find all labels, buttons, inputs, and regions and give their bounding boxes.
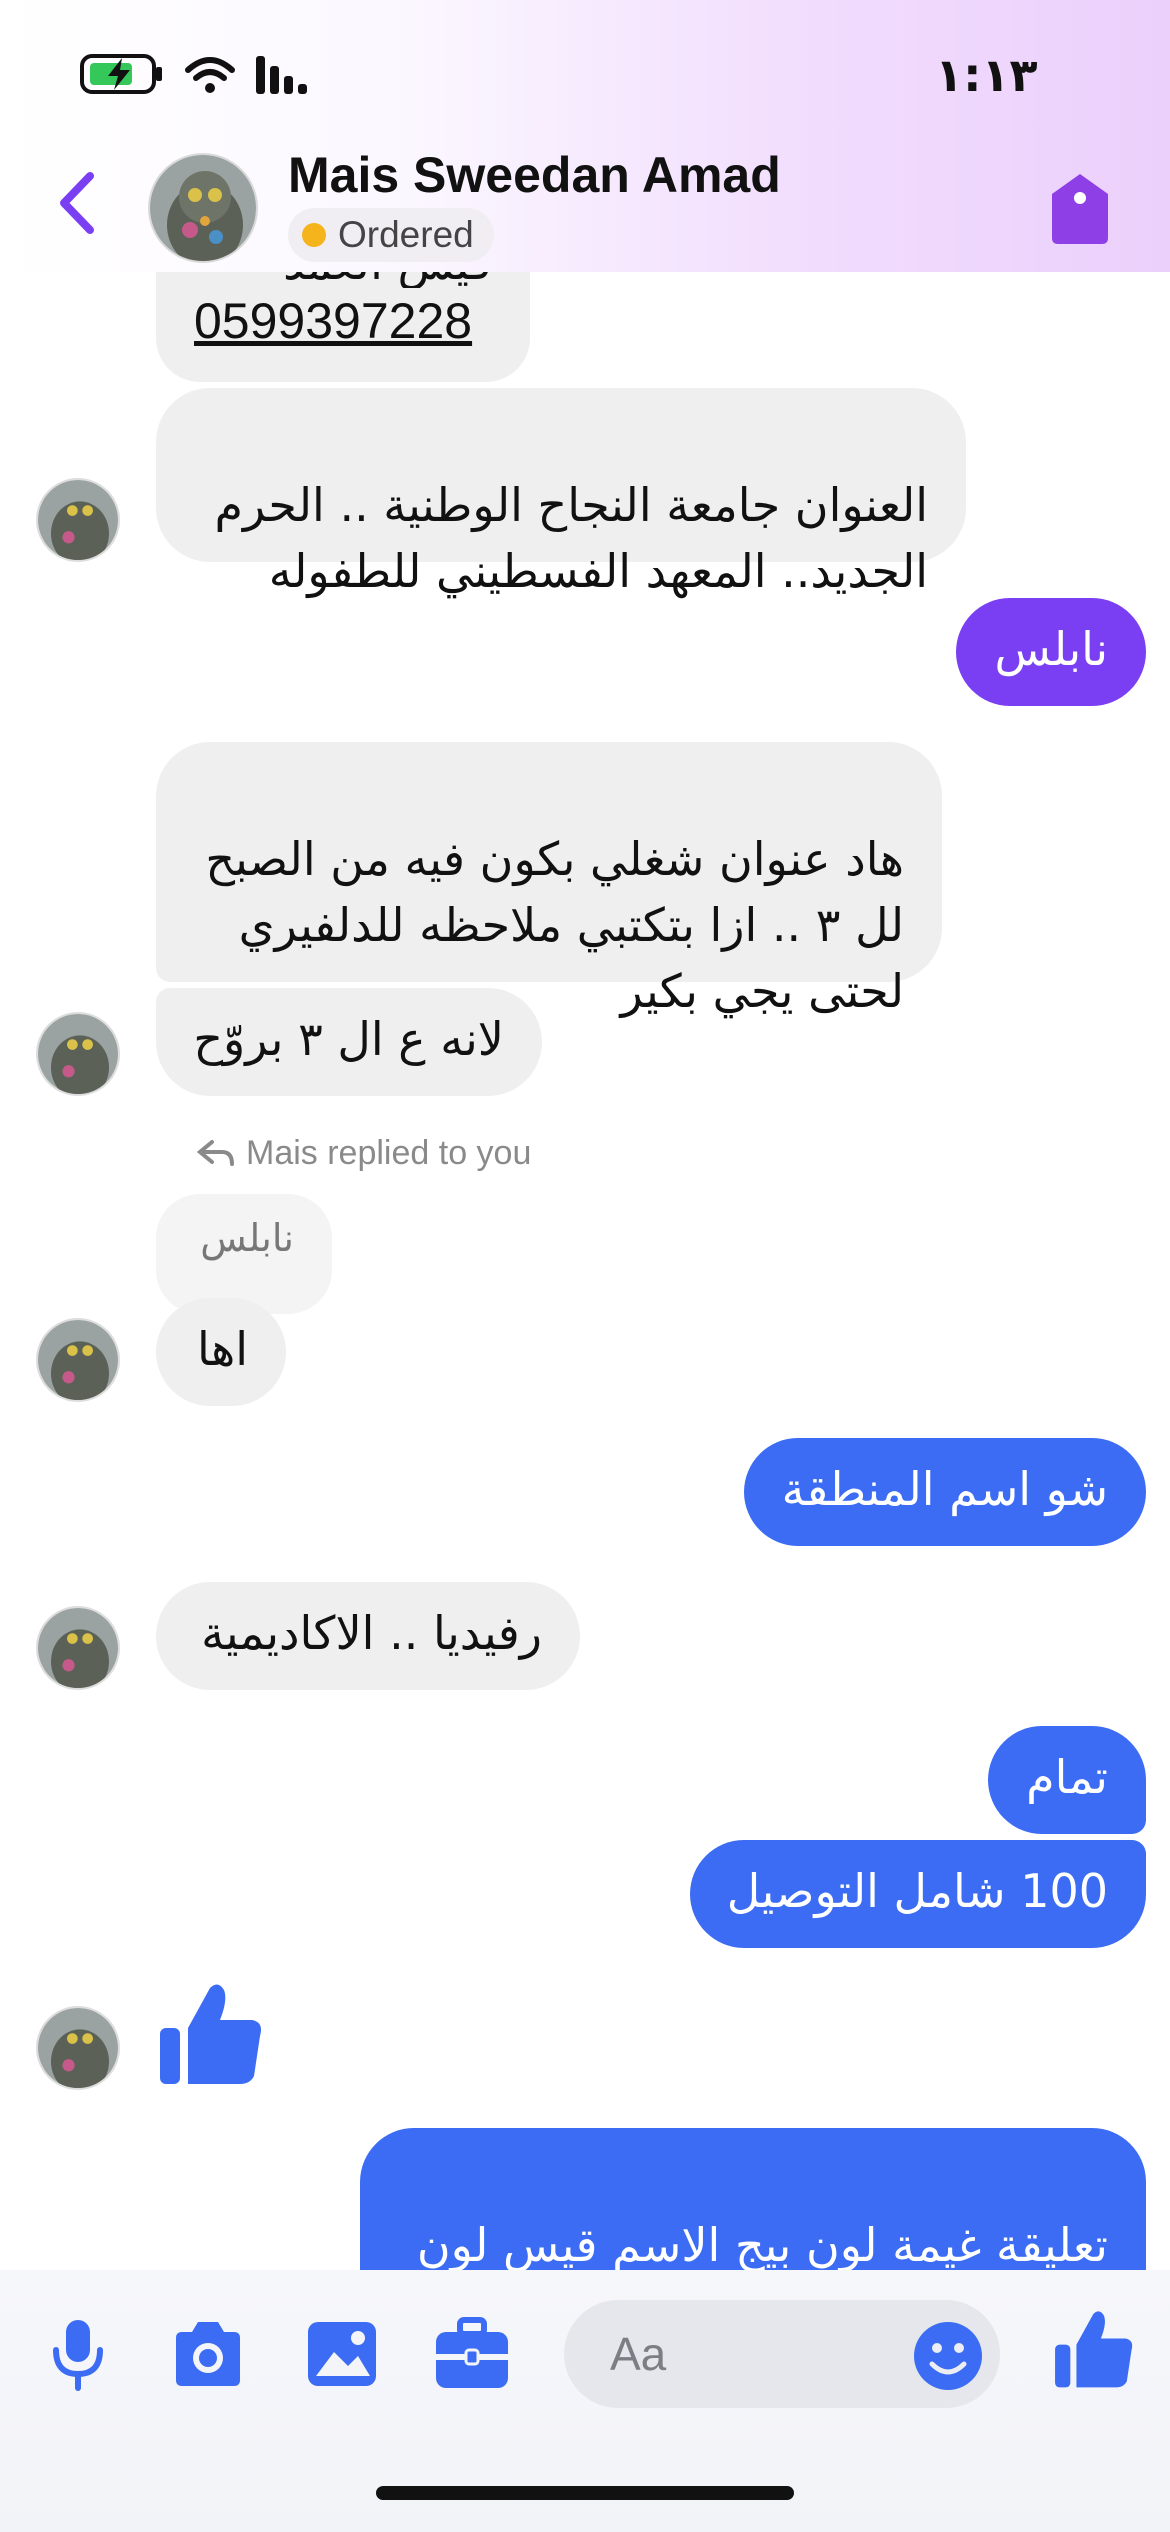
wifi-icon (185, 57, 235, 93)
contact-avatar[interactable] (148, 153, 258, 263)
phone-link[interactable]: 0599397228 (194, 288, 492, 354)
message-bubble-out[interactable]: نابلس (956, 598, 1146, 706)
message-input-placeholder: Aa (610, 2328, 667, 2380)
message-bubble-in[interactable]: اها (156, 1298, 286, 1406)
message-bubble-in[interactable]: لانه ع ال ٣ بروّح (156, 988, 542, 1096)
message-text: تعليقة غيمة لون بيج الاسم قيس لون الاسم … (416, 2218, 1108, 2270)
thumbs-up-icon (160, 1984, 261, 2084)
signal-icon (256, 56, 307, 94)
message-bubble-out[interactable]: 100 شامل التوصيل (690, 1840, 1146, 1948)
message-text: رفيديا .. الاكاديمية (201, 1606, 542, 1660)
message-text: 100 شامل التوصيل (726, 1864, 1108, 1918)
message-text: اها (196, 1322, 248, 1376)
quoted-message[interactable]: نابلس (156, 1194, 332, 1314)
message-text: شو اسم المنطقة (781, 1462, 1108, 1516)
order-status-label: Ordered (338, 214, 474, 255)
reply-label: Mais replied to you (246, 1134, 531, 1173)
status-time: ١:١٣ (935, 48, 1038, 102)
sender-avatar[interactable] (36, 2006, 120, 2090)
back-chevron-icon[interactable] (48, 168, 108, 238)
message-text: نابلس (994, 622, 1109, 676)
battery-icon (80, 54, 162, 94)
message-bubble-in[interactable]: رفيديا .. الاكاديمية (156, 1582, 580, 1690)
message-list[interactable]: قيس العمد 0599397228 العنوان جامعة النجا… (0, 272, 1170, 2270)
message-bubble-out[interactable]: تمام (988, 1726, 1146, 1834)
message-text: لانه ع ال ٣ بروّح (193, 1012, 504, 1066)
reply-arrow-icon (196, 1140, 234, 1166)
thumbs-up-icon[interactable] (1052, 2308, 1136, 2392)
message-bubble-out[interactable]: شو اسم المنطقة (744, 1438, 1146, 1546)
image-icon[interactable] (302, 2314, 382, 2394)
order-status-badge[interactable]: Ordered (288, 208, 494, 262)
message-bubble-in[interactable]: قيس العمد 0599397228 (156, 272, 530, 382)
tag-icon[interactable] (1048, 170, 1112, 246)
quoted-text: نابلس (200, 1216, 294, 1260)
chat-header: ١:١٣ Mais Sweedan Amad Ordered (0, 0, 1170, 272)
message-bubble-in[interactable]: هاد عنوان شغلي بكون فيه من الصبح لل ٣ ..… (156, 742, 942, 1018)
message-bubble-out[interactable]: تعليقة غيمة لون بيج الاسم قيس لون الاسم … (360, 2128, 1146, 2270)
sender-avatar[interactable] (36, 1318, 120, 1402)
message-bubble-in[interactable]: العنوان جامعة النجاح الوطنية .. الحرم ال… (156, 388, 966, 598)
emoji-icon[interactable] (908, 2316, 988, 2396)
message-text: العنوان جامعة النجاح الوطنية .. الحرم ال… (214, 478, 928, 598)
contact-name[interactable]: Mais Sweedan Amad (288, 146, 781, 204)
sender-avatar[interactable] (36, 1606, 120, 1690)
sender-avatar[interactable] (36, 478, 120, 562)
status-dot (302, 223, 326, 247)
message-text: تمام (1026, 1750, 1108, 1804)
microphone-icon[interactable] (38, 2314, 118, 2394)
message-text: قيس العمد (194, 272, 492, 288)
status-icons (80, 54, 307, 94)
home-indicator[interactable] (376, 2486, 794, 2500)
reply-label-text: Mais replied to you (246, 1134, 532, 1172)
sender-avatar[interactable] (36, 1012, 120, 1096)
camera-icon[interactable] (168, 2314, 248, 2394)
briefcase-icon[interactable] (432, 2314, 512, 2394)
